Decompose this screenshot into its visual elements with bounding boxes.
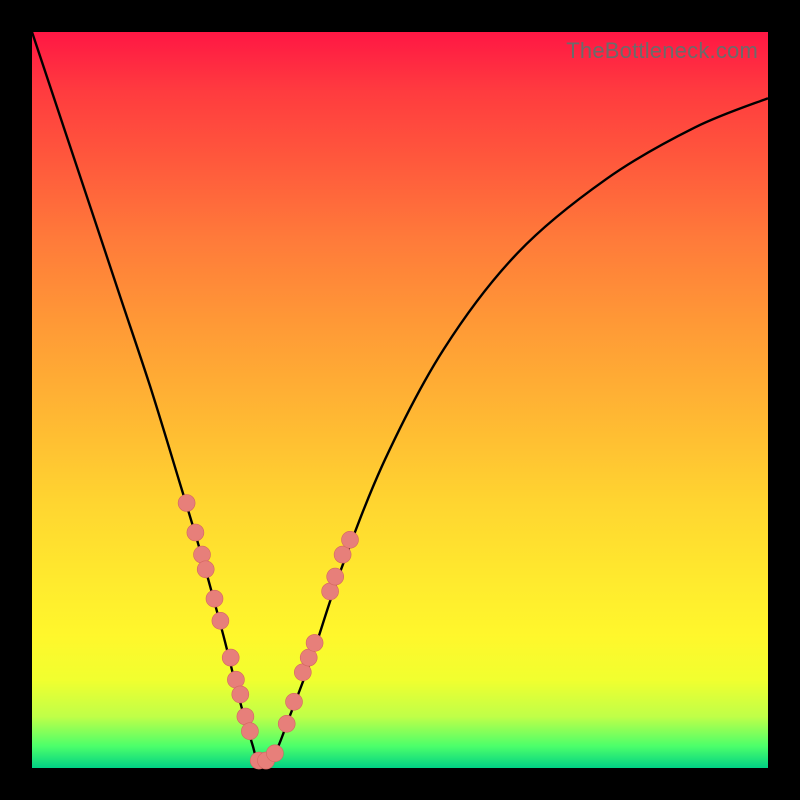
highlight-dot bbox=[334, 546, 351, 563]
highlight-dot bbox=[187, 524, 204, 541]
chart-frame: TheBottleneck.com bbox=[0, 0, 800, 800]
highlight-dots-group bbox=[178, 495, 358, 770]
bottleneck-curve bbox=[32, 32, 768, 768]
highlight-dot bbox=[327, 568, 344, 585]
highlight-dot bbox=[306, 634, 323, 651]
highlight-dot bbox=[322, 583, 339, 600]
highlight-dot bbox=[232, 686, 249, 703]
plot-area: TheBottleneck.com bbox=[32, 32, 768, 768]
highlight-dot bbox=[241, 723, 258, 740]
highlight-dot bbox=[266, 745, 283, 762]
highlight-dot bbox=[212, 612, 229, 629]
highlight-dot bbox=[227, 671, 244, 688]
highlight-dot bbox=[286, 693, 303, 710]
highlight-dot bbox=[342, 531, 359, 548]
highlight-dot bbox=[178, 495, 195, 512]
chart-svg bbox=[32, 32, 768, 768]
highlight-dot bbox=[206, 590, 223, 607]
highlight-dot bbox=[278, 715, 295, 732]
highlight-dot bbox=[237, 708, 254, 725]
highlight-dot bbox=[222, 649, 239, 666]
highlight-dot bbox=[197, 561, 214, 578]
highlight-dot bbox=[194, 546, 211, 563]
